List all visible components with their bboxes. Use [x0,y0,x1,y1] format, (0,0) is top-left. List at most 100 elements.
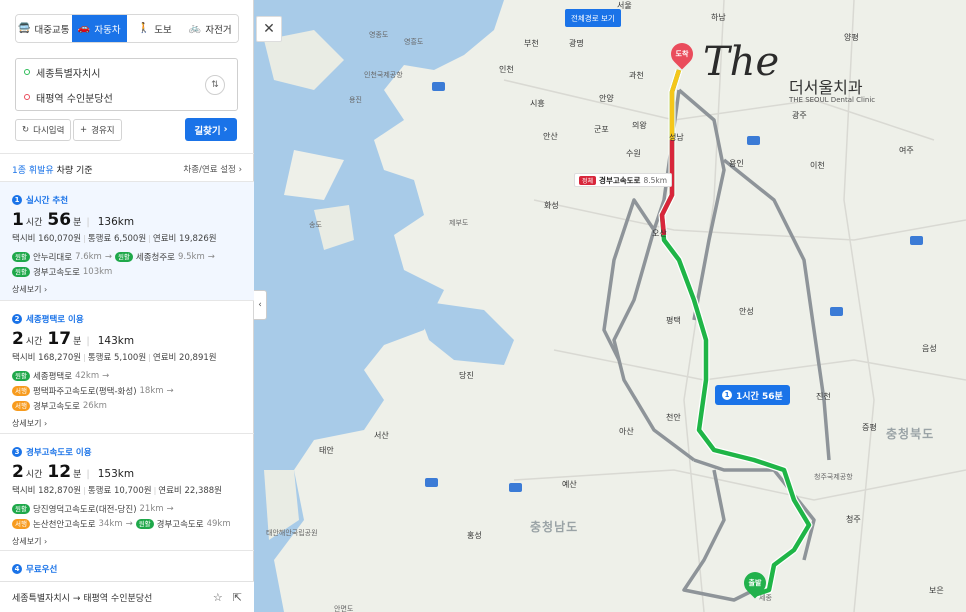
route-number-badge: 1 [12,195,22,205]
walk-icon: 🚶 [137,23,151,34]
road-km: 34km [98,519,123,529]
traffic-badge: 원활 [12,267,30,277]
route-title: 1 실시간 추천 [12,194,254,206]
fuel-cost: 연료비 22,388원 [158,486,223,496]
route-segment-line: 원활 당진영덕고속도로(대전-당진) 21km → [12,503,254,515]
route-distance: 136km [97,216,135,228]
map-label: 광명 [569,39,584,48]
destination-field[interactable]: 태평역 수인분당선 [24,87,113,107]
route-segment-line: 원활 세종평택로 42km → [12,370,254,382]
route-details-link[interactable]: 상세보기 › [12,284,254,295]
clinic-name: 더서울치과 [789,78,863,97]
route-details-link[interactable]: 상세보기 › [12,536,254,547]
congestion-tooltip: 정체 경부고속도로 8.5km [574,173,673,187]
route-title-text: 실시간 추천 [26,196,69,206]
toll-fee: 통행료 5,100원 [87,353,147,363]
map-label: 수원 [626,149,641,158]
map-label: 과천 [629,71,644,80]
route-duration-text: 1시간 56분 [736,391,783,402]
route-option-3[interactable]: 3 경부고속도로 이용 2 시간 12 분 | 153km 택시비 182,870원… [0,434,254,550]
map-label: 청주 [846,515,861,524]
route-segment-line: 서행 평택파주고속도로(평택-화성) 18km → [12,385,254,397]
arrow-right-icon: → [166,504,174,514]
route-option-4[interactable]: 4 무료우선 [0,551,254,581]
route-title: 3 경부고속도로 이용 [12,446,254,458]
map-label: 진천 [816,392,831,401]
star-icon[interactable]: ☆ [213,591,223,604]
route-title-text: 경부고속도로 이용 [26,448,92,458]
waypoint-label: 경유지 [91,126,115,136]
route-details-link[interactable]: 상세보기 › [12,418,254,429]
traffic-badge: 원활 [12,504,30,514]
route-distance: 153km [97,468,135,480]
full-route-label: 전체경로 보기 [571,13,615,23]
map-view[interactable]: 전체경로 보기 정체 경부고속도로 8.5km 1 1시간 56분 The 더서… [254,0,966,612]
taxi-fare: 택시비 160,070원 [12,234,82,244]
destination-marker[interactable]: 도착 [666,38,698,70]
tab-transit[interactable]: 🚍 대중교통 [16,15,72,42]
add-waypoint-button[interactable]: + 경유지 [73,119,122,141]
minutes-value: 17 [47,329,72,349]
arrow-right-icon: → [166,386,174,396]
share-icon[interactable]: ⇱ [233,591,242,604]
fuel-type-link[interactable]: 1종 휘발유 [12,166,54,176]
main-route-outline [658,68,813,599]
clinic-subtitle: THE SEOUL Dental Clinic [789,96,876,104]
app-window: 🚍 대중교통 🚗 자동차 🚶 도보 🚲 자전거 세종특별자치시 태평역 수인분당… [0,0,966,612]
map-label: 당진 [459,371,474,380]
reset-button[interactable]: ↻ 다시입력 [15,119,72,141]
route-option-2[interactable]: 2 세종평택로 이용 2 시간 17 분 | 143km 택시비 168,270원 |… [0,301,254,433]
directions-panel: 🚍 대중교통 🚗 자동차 🚶 도보 🚲 자전거 세종특별자치시 태평역 수인분당… [0,0,254,612]
traffic-badge: 서행 [12,386,30,396]
road-km: 103km [82,267,113,277]
traffic-badge: 원활 [12,371,30,381]
details-label: 상세보기 [12,285,42,294]
map-label: 보은 [929,586,944,595]
route-duration-bubble[interactable]: 1 1시간 56분 [715,385,790,405]
tab-bike-label: 자전거 [205,24,232,36]
route-option-1[interactable]: 1 실시간 추천 1 시간 56 분 | 136km 택시비 160,070원 | 통행… [0,182,254,300]
map-label: 부천 [524,39,539,48]
start-marker[interactable]: 출발 [739,567,771,599]
minutes-unit: 분 [73,337,82,347]
vehicle-settings-link[interactable]: 차종/연료 설정 › [183,163,242,176]
bus-icon: 🚍 [18,23,31,34]
route-number-badge: 2 [12,314,22,324]
map-label: 홍성 [467,531,482,540]
congestion-km: 8.5km [643,175,668,185]
separator: | [86,217,90,228]
details-label: 상세보기 [12,419,42,428]
tab-car[interactable]: 🚗 자동차 [71,15,127,42]
traffic-badge: 서행 [12,519,30,529]
route-duration: 2 시간 12 분 | 153km [12,462,254,482]
collapse-panel-button[interactable]: ‹ [254,290,267,320]
hours-value: 2 [12,329,24,349]
map-label: 서산 [374,431,389,440]
map-label: 태안해안국립공원 [266,529,318,537]
tab-walk[interactable]: 🚶 도보 [127,15,183,42]
vehicle-settings-label: 차종/연료 설정 [183,165,236,175]
road-km: 7.6km [75,252,102,262]
tab-car-label: 자동차 [94,24,121,36]
find-route-button[interactable]: 길찾기 › [185,118,237,141]
tab-bike[interactable]: 🚲 자전거 [182,15,238,42]
plus-icon: + [80,125,88,135]
map-label: 시흥 [530,99,545,108]
fuel-cost: 연료비 19,826원 [152,234,217,244]
traffic-badge: 서행 [12,401,30,411]
full-route-button[interactable]: 전체경로 보기 [565,9,621,27]
map-label: 하남 [711,13,726,22]
close-icon: ✕ [263,21,275,37]
start-marker-label: 출발 [748,579,762,587]
road-name: 세종청주로 [135,253,176,263]
start-field[interactable]: 세종특별자치시 [24,62,100,82]
road-km: 21km [139,504,164,514]
reset-label: 다시입력 [33,126,65,136]
swap-icon[interactable]: ⇅ [205,75,225,95]
route-segment-line: 서행 경부고속도로 26km [12,400,254,412]
close-panel-button[interactable]: ✕ [256,16,282,42]
vehicle-row: 1종 휘발유 차량 기준 차종/연료 설정 › [12,163,242,176]
find-route-label: 길찾기 [194,125,221,137]
map-label: 인천 [499,65,514,74]
map-label: 태안 [319,446,334,455]
